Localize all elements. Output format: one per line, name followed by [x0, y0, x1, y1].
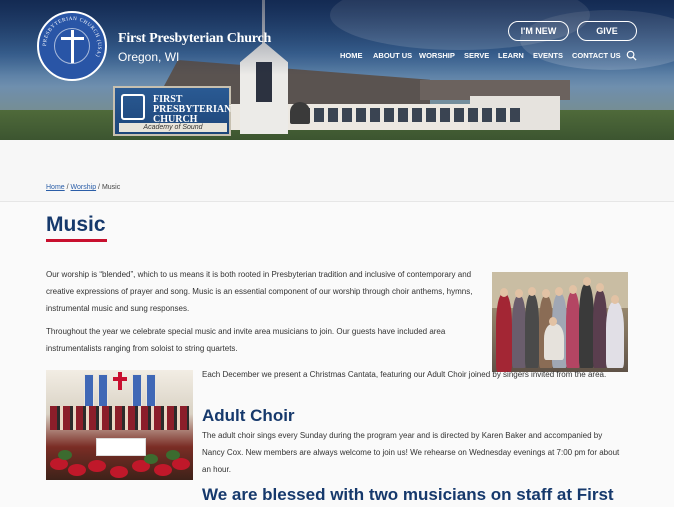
musicians-heading: We are blessed with two musicians on sta…: [202, 485, 614, 504]
intro-paragraph: Our worship is “blended”, which to us me…: [46, 270, 473, 313]
breadcrumb-worship[interactable]: Worship: [71, 184, 97, 191]
cross-icon: [71, 30, 74, 63]
nav-worship[interactable]: WORSHIP: [419, 51, 455, 60]
choir-group-photo: [492, 272, 628, 372]
bell-icon: [290, 102, 310, 124]
sign-emblem-icon: [121, 94, 145, 120]
breadcrumb-band: [0, 140, 674, 202]
nav-events[interactable]: EVENTS: [533, 51, 563, 60]
cross-icon-bar: [61, 37, 84, 40]
breadcrumb: Home / Worship / Music: [46, 184, 120, 191]
nav-serve[interactable]: SERVE: [464, 51, 489, 60]
site-title[interactable]: First Presbyterian Church: [118, 31, 271, 47]
sign-text: FIRST PRESBYTERIAN CHURCH: [153, 94, 232, 125]
search-icon[interactable]: [626, 50, 637, 61]
altar: [96, 438, 146, 456]
give-button[interactable]: GIVE: [577, 21, 637, 41]
nav-about-us[interactable]: ABOUT US: [373, 51, 412, 60]
site-location: Oregon, WI: [118, 50, 180, 64]
nav-home[interactable]: HOME: [340, 51, 363, 60]
cross-icon: [112, 370, 128, 392]
adult-choir-heading: Adult Choir: [202, 406, 295, 425]
breadcrumb-current: Music: [101, 184, 121, 191]
breadcrumb-separator: /: [98, 184, 100, 191]
church-windows: [300, 108, 520, 122]
nav-learn[interactable]: LEARN: [498, 51, 524, 60]
im-new-button[interactable]: I'M NEW: [508, 21, 569, 41]
breadcrumb-home[interactable]: Home: [46, 184, 65, 191]
sign-subtext: Academy of Sound: [119, 123, 227, 132]
cantata-paragraph: Each December we present a Christmas Can…: [202, 370, 607, 379]
sanctuary-photo: [46, 370, 193, 480]
breadcrumb-separator: /: [66, 184, 69, 191]
nav-contact-us[interactable]: CONTACT US: [572, 51, 621, 60]
title-underline: [46, 239, 107, 242]
hero-header: FIRST PRESBYTERIAN CHURCH Academy of Sou…: [0, 0, 674, 140]
guests-paragraph: Throughout the year we celebrate special…: [46, 327, 446, 353]
church-logo[interactable]: PRESBYTERIAN CHURCH (USA): [37, 11, 107, 81]
church-sign: FIRST PRESBYTERIAN CHURCH Academy of Sou…: [113, 86, 231, 136]
adult-choir-paragraph: The adult choir sings every Sunday durin…: [202, 431, 620, 474]
page-title: Music: [46, 213, 106, 236]
